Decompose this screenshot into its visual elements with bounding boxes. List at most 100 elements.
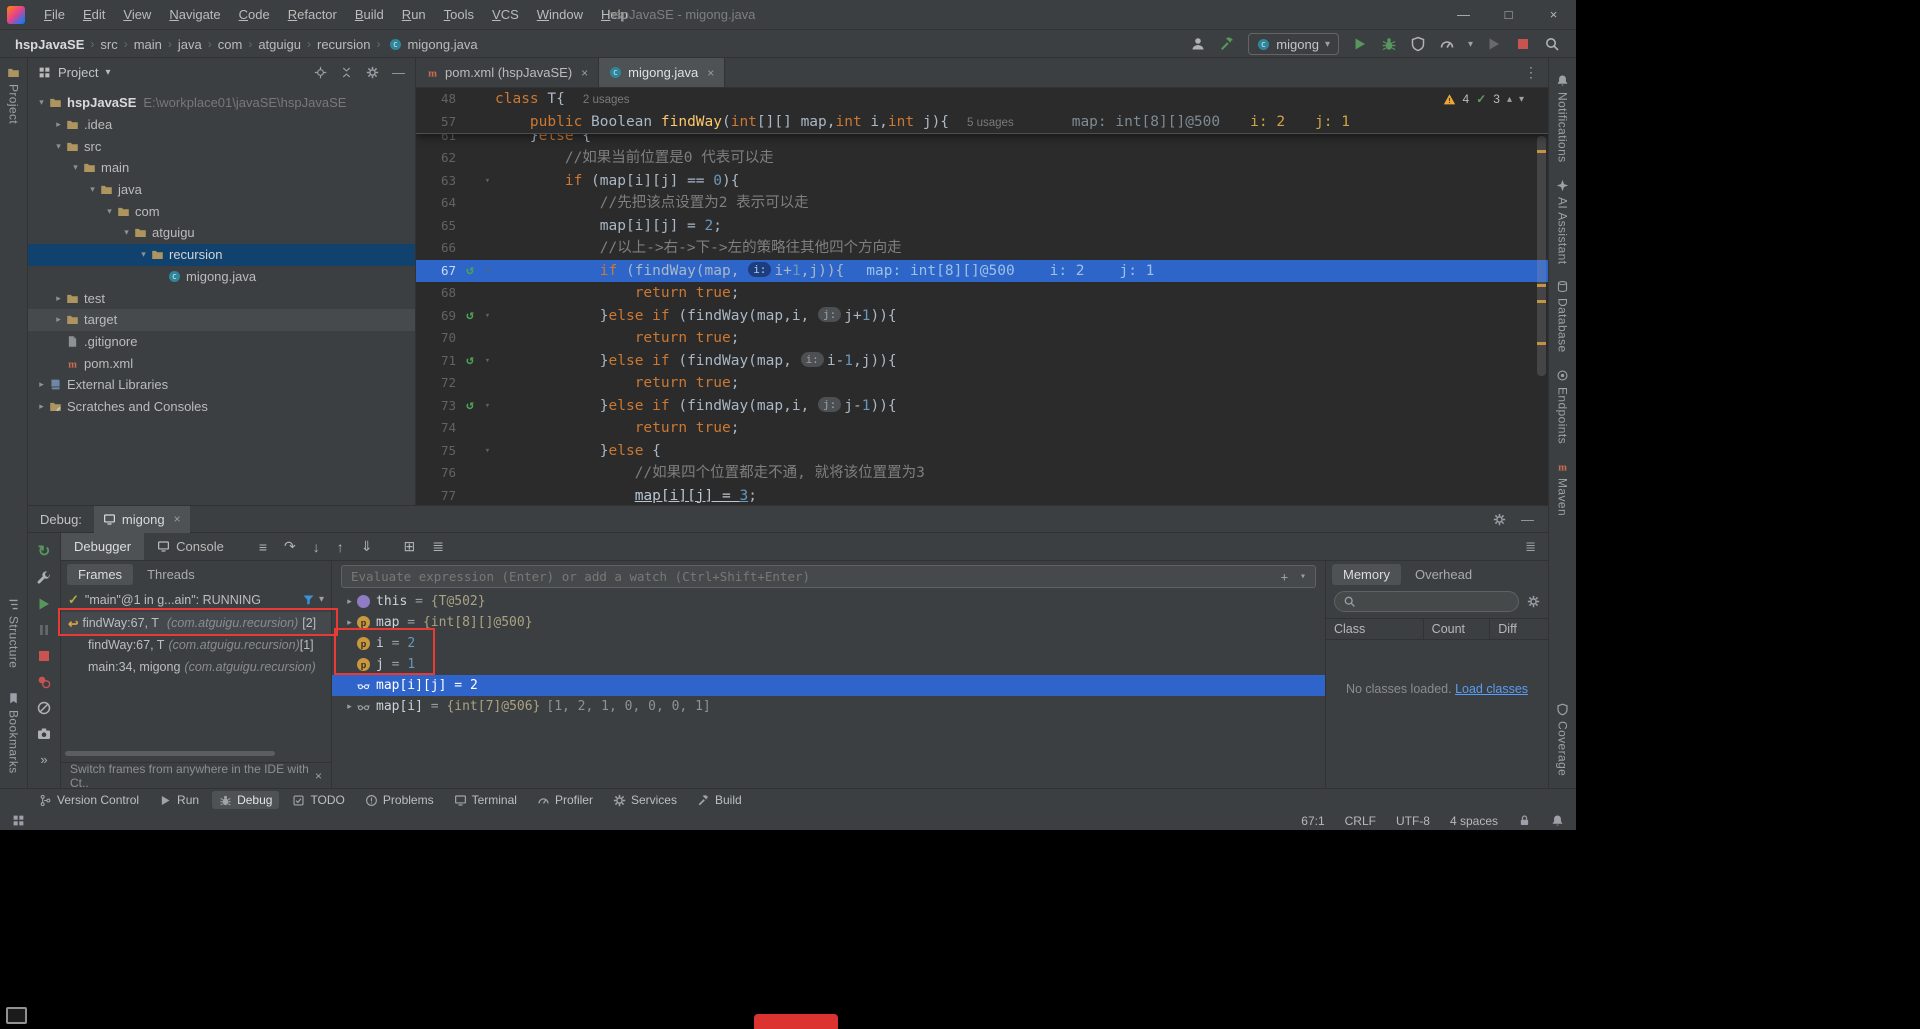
tree-item-atguigu[interactable]: ▾atguigu — [28, 222, 415, 244]
step-into-icon[interactable]: ↓ — [313, 539, 320, 555]
toolwindow-database[interactable]: Database — [1549, 280, 1576, 353]
toolwindow-ai-assistant[interactable]: AI Assistant — [1549, 179, 1576, 265]
inspections-widget[interactable]: 4 ✓ 3 ▴ ▾ — [1443, 92, 1525, 106]
line-number[interactable]: 70 — [416, 327, 460, 350]
line-number[interactable]: 72 — [416, 372, 460, 395]
profiler-chevron-icon[interactable]: ▾ — [1468, 39, 1473, 50]
tree-item-target[interactable]: ▸target — [28, 309, 415, 331]
fold-marker-icon[interactable]: ▾ — [480, 395, 495, 418]
restore-layout-icon[interactable]: ≣ — [1525, 539, 1548, 555]
code-area[interactable]: 61 }else {62 //如果当前位置是0 代表可以走63▾ if (map… — [416, 88, 1548, 505]
chevron-right-icon[interactable]: ▸ — [342, 701, 357, 712]
chevron-down-icon[interactable]: ▾ — [119, 227, 134, 238]
frames-tab-frames[interactable]: Frames — [67, 564, 133, 585]
chevron-right-icon[interactable]: ▸ — [342, 617, 357, 628]
toolwindow-button-todo[interactable]: TODO — [285, 791, 351, 809]
toolwindow-structure[interactable]: Structure — [0, 598, 27, 668]
mute-breakpoints-icon[interactable] — [36, 700, 52, 716]
force-step-into-icon[interactable]: ⇓ — [361, 538, 373, 555]
bell-icon[interactable] — [1551, 814, 1564, 827]
line-number[interactable]: 61 — [416, 134, 460, 147]
chevron-right-icon[interactable]: ▸ — [51, 293, 66, 304]
frames-tab-threads[interactable]: Threads — [136, 564, 206, 585]
line-number[interactable]: 62 — [416, 147, 460, 170]
line-number[interactable]: 76 — [416, 462, 460, 485]
minimize-button[interactable]: — — [1441, 0, 1486, 30]
tree-item-pom-xml[interactable]: mpom.xml — [28, 352, 415, 374]
tree-item-recursion[interactable]: ▾recursion — [28, 244, 415, 266]
view-breakpoints-icon[interactable] — [36, 674, 52, 690]
chevron-right-icon[interactable]: ▸ — [34, 401, 49, 412]
line-number[interactable]: 63 — [416, 170, 460, 193]
profiler-button[interactable] — [1439, 36, 1455, 52]
close-icon[interactable]: × — [581, 66, 588, 80]
step-out-icon[interactable]: ↑ — [337, 539, 344, 555]
toolwindow-maven[interactable]: m Maven — [1549, 460, 1576, 516]
gear-icon[interactable] — [1527, 595, 1540, 608]
horizontal-scrollbar[interactable] — [65, 751, 275, 756]
menu-code[interactable]: Code — [230, 0, 279, 30]
step-over-icon[interactable]: ↷ — [284, 538, 296, 555]
debug-view-tab-console[interactable]: Console — [144, 533, 237, 560]
menu-vcs[interactable]: VCS — [483, 0, 528, 30]
close-icon[interactable]: × — [707, 66, 714, 80]
line-number[interactable]: 75 — [416, 440, 460, 463]
chevron-down-icon[interactable]: ▾ — [34, 97, 49, 108]
chevron-right-icon[interactable]: ▸ — [51, 119, 66, 130]
line-number[interactable]: 57 — [416, 111, 460, 134]
indent-setting[interactable]: 4 spaces — [1450, 814, 1498, 828]
debug-session-tab[interactable]: migong × — [94, 506, 190, 533]
chevron-down-icon[interactable]: ▾ — [85, 184, 100, 195]
stack-frame[interactable]: findWay:67, T (com.atguigu.recursion) [1… — [61, 634, 331, 656]
recursion-gutter-icon[interactable]: ↺ — [460, 395, 480, 418]
tree-item-src[interactable]: ▾src — [28, 135, 415, 157]
stack-frame[interactable]: main:34, migong (com.atguigu.recursion) — [61, 656, 331, 678]
breadcrumb-item[interactable]: hspJavaSE — [14, 37, 85, 52]
layout-menu-icon[interactable]: ≡ — [259, 539, 267, 555]
gear-icon[interactable] — [366, 66, 379, 79]
variable-map[interactable]: ▸pmap = {int[8][]@500} — [332, 612, 1325, 633]
variable-map-i-[interactable]: ▸map[i] = {int[7]@506}[1, 2, 1, 0, 0, 0,… — [332, 696, 1325, 717]
breadcrumb-file[interactable]: Cmigong.java — [389, 37, 477, 52]
debug-button[interactable] — [1381, 36, 1397, 52]
evaluate-expression-input[interactable]: Evaluate expression (Enter) or add a wat… — [341, 565, 1316, 588]
search-everywhere-icon[interactable] — [1544, 36, 1560, 52]
line-number[interactable]: 73 — [416, 395, 460, 418]
fold-marker-icon[interactable]: ▾ — [480, 260, 495, 283]
breadcrumb-item[interactable]: atguigu — [257, 37, 302, 52]
menu-build[interactable]: Build — [346, 0, 393, 30]
tree-item-com[interactable]: ▾com — [28, 200, 415, 222]
variable-this[interactable]: ▸this = {T@502} — [332, 591, 1325, 612]
chevron-down-icon[interactable]: ▾ — [102, 206, 117, 217]
resume-button[interactable] — [36, 596, 52, 612]
hide-panel-icon[interactable]: — — [1521, 512, 1534, 527]
line-number[interactable]: 64 — [416, 192, 460, 215]
stop-button[interactable] — [1515, 36, 1531, 52]
line-number[interactable]: 71 — [416, 350, 460, 373]
line-number[interactable]: 48 — [416, 88, 460, 111]
line-number[interactable]: 74 — [416, 417, 460, 440]
breadcrumb-item[interactable]: java — [177, 37, 203, 52]
build-hammer-icon[interactable] — [1219, 36, 1235, 52]
layout-settings-icon[interactable]: ≣ — [432, 538, 444, 555]
warning-stripe-mark[interactable] — [1537, 284, 1546, 287]
debug-view-tab-debugger[interactable]: Debugger — [61, 533, 144, 560]
variable-map-i-j-[interactable]: map[i][j] = 2 — [332, 675, 1325, 696]
menu-edit[interactable]: Edit — [74, 0, 114, 30]
stop-button[interactable] — [36, 648, 52, 664]
toolwindow-button-build[interactable]: Build — [690, 791, 749, 809]
memory-tab-memory[interactable]: Memory — [1332, 564, 1401, 585]
fold-marker-icon[interactable]: ▾ — [480, 440, 495, 463]
memory-column-diff[interactable]: Diff — [1490, 619, 1548, 639]
chevron-down-icon[interactable]: ▾ — [105, 67, 110, 78]
run-button[interactable] — [1352, 36, 1368, 52]
run-configuration-select[interactable]: C migong ▾ — [1248, 33, 1339, 55]
toolwindow-switcher-icon[interactable] — [12, 814, 25, 827]
line-separator[interactable]: CRLF — [1345, 814, 1376, 828]
project-panel-title[interactable]: Project — [58, 65, 98, 80]
toolwindow-endpoints[interactable]: Endpoints — [1549, 369, 1576, 444]
editor-tab-migong[interactable]: Cmigong.java× — [599, 58, 725, 87]
threads-view-icon[interactable]: ⊞ — [403, 538, 415, 555]
scrollbar-thumb[interactable] — [1537, 136, 1546, 376]
menu-run[interactable]: Run — [393, 0, 435, 30]
